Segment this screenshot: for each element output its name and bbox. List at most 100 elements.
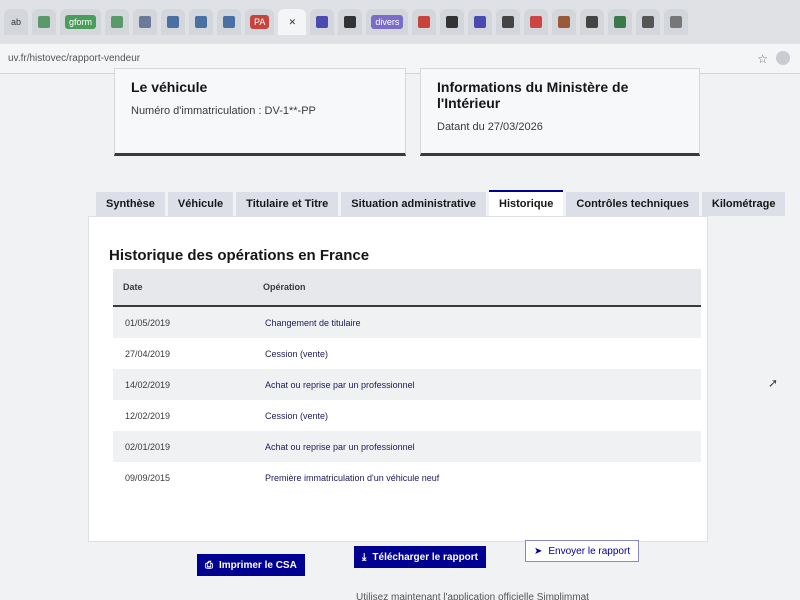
favicon-icon (502, 16, 515, 28)
vehicle-card: Le véhicule Numéro d'immatriculation : D… (114, 68, 406, 156)
browser-tab[interactable]: PA (245, 9, 275, 35)
print-csa-button[interactable]: ⎙ Imprimer le CSA (197, 554, 305, 576)
browser-tab[interactable] (217, 9, 242, 35)
browser-tab[interactable] (496, 9, 521, 35)
favicon-icon (670, 16, 683, 28)
send-report-button[interactable]: ➤ Envoyer le rapport (525, 540, 640, 562)
send-report-label: Envoyer le rapport (548, 545, 631, 557)
table-row: 01/05/2019 Changement de titulaire (113, 307, 701, 338)
browser-tab[interactable] (161, 9, 186, 35)
favicon-icon (38, 16, 50, 28)
table-row: 27/04/2019 Cession (vente) (113, 338, 701, 369)
favicon-icon (558, 16, 571, 28)
tab-synth-se[interactable]: Synthèse (96, 192, 165, 216)
browser-tab-label: gform (65, 15, 97, 29)
report-tabs: Synthèse Véhicule Titulaire et Titre Situat… (96, 190, 786, 216)
favicon-icon (586, 16, 599, 28)
table-row: 12/02/2019 Cession (vente) (113, 400, 701, 431)
browser-tab[interactable] (32, 9, 56, 35)
browser-tab-label: PA (250, 15, 270, 29)
tab-kilom-trage[interactable]: Kilométrage (701, 192, 786, 216)
favicon-icon (474, 16, 487, 28)
download-report-label: Télécharger le rapport (372, 551, 479, 563)
favicon-icon (614, 16, 627, 28)
favicon-icon (642, 16, 655, 28)
browser-tab[interactable] (636, 9, 661, 35)
tab-historique[interactable]: Historique (489, 190, 564, 216)
row-operation: Cession (vente) (265, 348, 329, 359)
browser-tab[interactable] (189, 9, 214, 35)
browser-tab[interactable] (552, 9, 577, 35)
row-operation: Achat ou reprise par un professionnel (265, 379, 415, 390)
browser-tab[interactable] (580, 9, 605, 35)
page-content: Le véhicule Numéro d'immatriculation : D… (0, 68, 800, 600)
row-date: 02/01/2019 (125, 441, 171, 452)
browser-tab-label: ✕ (288, 16, 297, 27)
favicon-icon (167, 16, 180, 28)
browser-tab[interactable] (338, 9, 363, 35)
printer-icon: ⎙ (205, 559, 213, 571)
history-title: Historique des opérations en France (109, 247, 370, 264)
favicon-icon (446, 16, 459, 28)
download-icon: ⤓ (362, 551, 367, 563)
favicon-icon (223, 16, 236, 28)
history-table: Date Opération 01/05/2019 Changement de t… (113, 269, 701, 493)
column-header-operation: Opération (263, 282, 306, 292)
browser-tab[interactable]: divers (366, 9, 409, 35)
vehicle-card-title: Le véhicule (131, 79, 208, 95)
favicon-icon (316, 16, 329, 28)
table-header: Date Opération (113, 269, 701, 307)
row-operation: Changement de titulaire (265, 317, 361, 328)
favicon-icon (418, 16, 431, 28)
row-date: 09/09/2015 (125, 472, 171, 483)
browser-tab[interactable] (412, 9, 437, 35)
row-date: 01/05/2019 (125, 317, 171, 328)
registration-number: Numéro d'immatriculation : DV-1**-PP (131, 105, 316, 117)
table-row: 09/09/2015 Première immatriculation d'un … (113, 462, 701, 493)
favicon-icon (139, 16, 152, 28)
browser-tab[interactable] (105, 9, 130, 35)
browser-tab[interactable]: ✕ (278, 9, 307, 35)
profile-avatar-icon[interactable] (776, 51, 790, 65)
row-date: 14/02/2019 (125, 379, 171, 390)
row-operation: Achat ou reprise par un professionnel (265, 441, 415, 452)
browser-tab[interactable] (468, 9, 493, 35)
tab-titulaire-et-titre[interactable]: Titulaire et Titre (236, 192, 339, 216)
browser-tab[interactable] (133, 9, 158, 35)
tab-contr-les-techniques[interactable]: Contrôles techniques (566, 192, 699, 216)
row-date: 27/04/2019 (125, 348, 171, 359)
favicon-icon (530, 16, 543, 28)
browser-tab[interactable] (524, 9, 549, 35)
row-operation: Cession (vente) (265, 410, 329, 421)
row-operation: Première immatriculation d'un véhicule n… (265, 472, 440, 483)
send-icon: ➤ (534, 545, 543, 557)
browser-tab[interactable] (440, 9, 465, 35)
app-promo-link[interactable]: Utilisez maintenant l'application offici… (356, 592, 589, 600)
table-row: 14/02/2019 Achat ou reprise par un profes… (113, 369, 701, 400)
favicon-icon (344, 16, 357, 28)
favicon-icon (195, 16, 208, 28)
column-header-date: Date (123, 282, 143, 292)
browser-tab[interactable] (608, 9, 633, 35)
browser-tab[interactable] (310, 9, 335, 35)
history-panel: Historique des opérations en France Date… (88, 216, 708, 542)
mouse-cursor-icon: ➚ (768, 376, 779, 390)
url-text[interactable]: uv.fr/histovec/rapport-vendeur (8, 53, 140, 64)
favicon-icon (111, 16, 124, 28)
browser-tab[interactable]: ab (4, 9, 28, 35)
ministry-card: Informations du Ministère de l'Intérieur… (420, 68, 700, 156)
ministry-date: Datant du 27/03/2026 (437, 121, 543, 133)
tab-v-hicule[interactable]: Véhicule (167, 192, 234, 216)
browser-tab[interactable] (664, 9, 689, 35)
browser-tab[interactable]: gform (60, 9, 102, 35)
row-date: 12/02/2019 (125, 410, 171, 421)
ministry-card-title: Informations du Ministère de l'Intérieur (437, 79, 629, 111)
browser-tab-label: ab (10, 17, 21, 27)
bookmark-star-icon[interactable]: ☆ (757, 52, 768, 66)
table-body: 01/05/2019 Changement de titulaire 27/04/2… (113, 307, 701, 493)
tab-situation-administrative[interactable]: Situation administrative (341, 192, 486, 216)
print-csa-label: Imprimer le CSA (219, 559, 297, 571)
browser-tab-label: divers (371, 15, 404, 29)
browser-tab-strip: ab gform PA ✕ divers (0, 0, 800, 44)
download-report-button[interactable]: ⤓ Télécharger le rapport (354, 546, 487, 568)
